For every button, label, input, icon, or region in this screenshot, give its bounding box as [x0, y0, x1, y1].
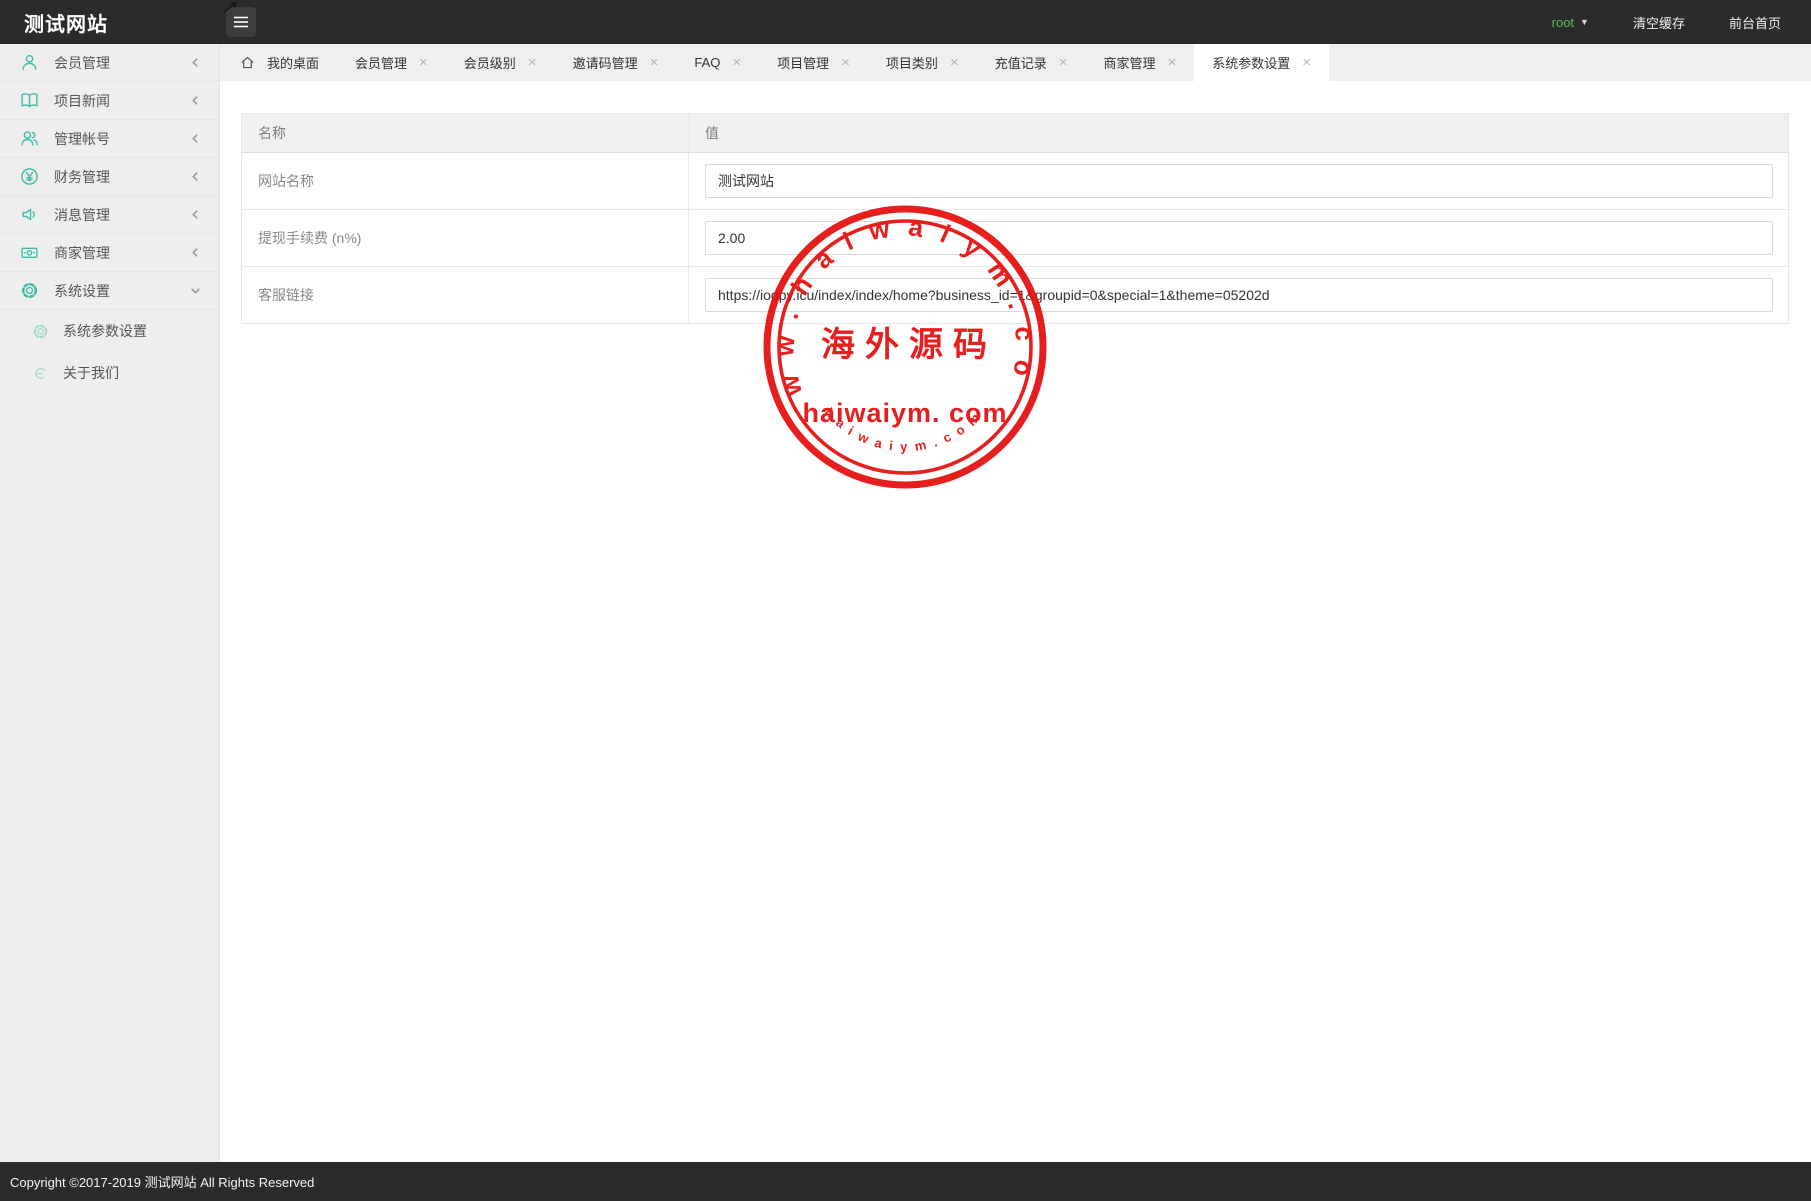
tab-label: 充值记录 — [995, 53, 1047, 72]
chevron-left-icon — [190, 93, 201, 109]
table-row: 网站名称 — [242, 153, 1789, 210]
tab-my-desktop[interactable]: 我的桌面 — [222, 44, 337, 81]
table-row: 提现手续费 (n%) — [242, 210, 1789, 267]
sidebar-subitem-about-us[interactable]: 关于我们 — [0, 352, 219, 394]
tab-faq[interactable]: FAQ × — [676, 44, 759, 81]
column-header-name: 名称 — [242, 114, 689, 153]
tab-bar: 我的桌面 会员管理 × 会员级别 × 邀请码管理 × FAQ × 项目管理 × — [220, 44, 1811, 81]
tab-label: 会员级别 — [464, 53, 516, 72]
close-icon[interactable]: × — [1302, 55, 1311, 70]
banknote-icon — [20, 243, 39, 262]
site-name-input[interactable] — [705, 164, 1773, 198]
close-icon[interactable]: × — [650, 55, 659, 70]
sidebar-item-label: 系统设置 — [54, 281, 110, 301]
column-header-value: 值 — [689, 114, 1789, 153]
yen-circle-icon — [20, 167, 39, 186]
sidebar-item-label: 会员管理 — [54, 53, 110, 73]
sidebar-subitem-label: 关于我们 — [63, 363, 119, 383]
main-area: 我的桌面 会员管理 × 会员级别 × 邀请码管理 × FAQ × 项目管理 × — [220, 44, 1811, 1162]
settings-table: 名称 值 网站名称 提现手续费 (n%) — [241, 113, 1789, 324]
chevron-left-icon — [190, 131, 201, 147]
topbar: 测试网站 root ▼ 清空缓存 前台首页 — [0, 0, 1811, 44]
table-row: 客服链接 — [242, 267, 1789, 324]
sidebar-item-members[interactable]: 会员管理 — [0, 44, 219, 82]
chevron-left-icon — [190, 55, 201, 71]
front-home-link[interactable]: 前台首页 — [1729, 13, 1781, 32]
footer: Copyright ©2017-2019 测试网站 All Rights Res… — [0, 1162, 1811, 1201]
tab-project-category[interactable]: 项目类别 × — [868, 44, 977, 81]
tab-member-management[interactable]: 会员管理 × — [337, 44, 446, 81]
tab-label: 会员管理 — [355, 53, 407, 72]
chevron-left-icon — [190, 207, 201, 223]
sidebar-subitem-label: 系统参数设置 — [63, 321, 147, 341]
sidebar-item-label: 项目新闻 — [54, 91, 110, 111]
sidebar-item-messages[interactable]: 消息管理 — [0, 196, 219, 234]
tab-label: 项目管理 — [777, 53, 829, 72]
tab-project-management[interactable]: 项目管理 × — [759, 44, 868, 81]
tab-label: 商家管理 — [1103, 53, 1155, 72]
book-icon — [20, 91, 39, 110]
tab-merchant-management[interactable]: 商家管理 × — [1085, 44, 1194, 81]
setting-label-service-link: 客服链接 — [242, 267, 689, 324]
setting-label-site-name: 网站名称 — [242, 153, 689, 210]
sidebar-subitem-system-params[interactable]: 系统参数设置 — [0, 310, 219, 352]
user-icon — [20, 53, 39, 72]
setting-label-withdraw-fee: 提现手续费 (n%) — [242, 210, 689, 267]
home-icon — [240, 55, 255, 70]
caret-down-icon: ▼ — [1580, 17, 1589, 27]
sidebar-item-merchants[interactable]: 商家管理 — [0, 234, 219, 272]
withdraw-fee-input[interactable] — [705, 221, 1773, 255]
copyright-text: Copyright ©2017-2019 测试网站 All Rights Res… — [10, 1172, 314, 1191]
chevron-left-icon — [190, 245, 201, 261]
tab-label: 邀请码管理 — [573, 53, 638, 72]
sidebar: 会员管理 项目新闻 管理帐号 财务管理 — [0, 44, 220, 1162]
clear-cache-link[interactable]: 清空缓存 — [1633, 13, 1685, 32]
sidebar-item-finance[interactable]: 财务管理 — [0, 158, 219, 196]
close-icon[interactable]: × — [528, 55, 537, 70]
speaker-icon — [20, 205, 39, 224]
sidebar-item-label: 管理帐号 — [54, 129, 110, 149]
content-panel: 名称 值 网站名称 提现手续费 (n%) — [220, 81, 1811, 1162]
sidebar-item-system-settings[interactable]: 系统设置 — [0, 272, 219, 310]
sidebar-item-label: 财务管理 — [54, 167, 110, 187]
close-icon[interactable]: × — [1059, 55, 1068, 70]
sidebar-item-label: 消息管理 — [54, 205, 110, 225]
close-icon[interactable]: × — [841, 55, 850, 70]
mouse-cursor-icon — [222, 0, 242, 19]
app-logo: 测试网站 — [0, 8, 220, 37]
tab-invite-code[interactable]: 邀请码管理 × — [555, 44, 677, 81]
gear-icon — [20, 281, 39, 300]
close-icon[interactable]: × — [419, 55, 428, 70]
tab-label: 项目类别 — [886, 53, 938, 72]
about-icon — [32, 365, 49, 382]
close-icon[interactable]: × — [1168, 55, 1177, 70]
tab-label: FAQ — [694, 55, 720, 70]
sidebar-item-label: 商家管理 — [54, 243, 110, 263]
service-link-input[interactable] — [705, 278, 1773, 312]
tab-system-params[interactable]: 系统参数设置 × — [1194, 44, 1329, 81]
tab-label: 系统参数设置 — [1212, 53, 1290, 72]
tab-member-level[interactable]: 会员级别 × — [446, 44, 555, 81]
sidebar-item-admin-accounts[interactable]: 管理帐号 — [0, 120, 219, 158]
user-dropdown[interactable]: root ▼ — [1552, 15, 1589, 30]
chevron-down-icon — [190, 283, 201, 299]
tab-label: 我的桌面 — [267, 53, 319, 72]
gear-icon — [32, 323, 49, 340]
sidebar-item-project-news[interactable]: 项目新闻 — [0, 82, 219, 120]
close-icon[interactable]: × — [732, 55, 741, 70]
close-icon[interactable]: × — [950, 55, 959, 70]
tab-recharge-records[interactable]: 充值记录 × — [977, 44, 1086, 81]
username: root — [1552, 15, 1574, 30]
chevron-left-icon — [190, 169, 201, 185]
users-icon — [20, 129, 39, 148]
